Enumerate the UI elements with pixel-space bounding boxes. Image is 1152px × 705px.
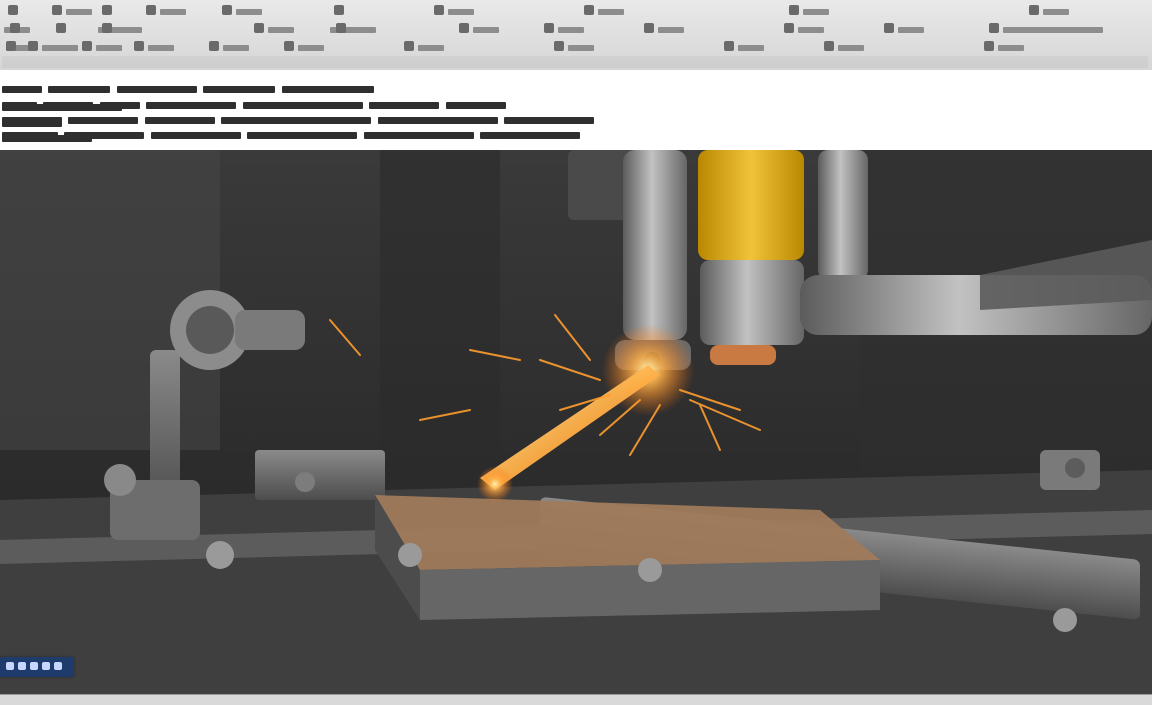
mini-icon-5[interactable] [54, 662, 62, 670]
ruler [2, 56, 1148, 68]
toolbar-button-20[interactable] [880, 20, 950, 34]
toolbar-button-5[interactable] [218, 2, 270, 16]
comment-icon [824, 41, 834, 51]
style-icon [724, 41, 734, 51]
toolbar-button-16[interactable] [455, 20, 525, 34]
share-icon [789, 5, 799, 15]
header-line-2 [2, 96, 542, 127]
search-icon [989, 23, 999, 33]
pillar [380, 150, 500, 490]
toolbar-button-10[interactable] [1025, 2, 1085, 16]
toolbar [0, 0, 1152, 71]
mini-icon-2[interactable] [18, 662, 26, 670]
view-icon [146, 5, 156, 15]
app-icon [8, 5, 18, 15]
font-icon [134, 41, 144, 51]
paste-icon [336, 23, 346, 33]
workpiece [375, 495, 880, 620]
toolbar-button-11[interactable] [6, 20, 44, 51]
status-bar [0, 694, 1152, 705]
toolbar-row-3 [0, 36, 1152, 54]
welding-scene [0, 150, 1152, 694]
toolbar-button-25[interactable] [130, 38, 190, 52]
toolbar-row-4 [0, 54, 1152, 70]
link-icon [884, 23, 894, 33]
left-clamp [255, 450, 385, 500]
document-header [0, 70, 1152, 157]
edit-icon [102, 5, 112, 15]
toolbar-button-32[interactable] [980, 38, 1070, 52]
toolbar-button-9[interactable] [785, 2, 875, 16]
toolbar-button-19[interactable] [780, 20, 870, 34]
mini-icon-4[interactable] [42, 662, 50, 670]
redo-icon [56, 23, 66, 33]
spacing-icon [554, 41, 564, 51]
cut-icon [102, 23, 112, 33]
mini-icon-1[interactable] [6, 662, 14, 670]
underline-icon [82, 41, 92, 51]
toolbar-button-2[interactable] [48, 2, 94, 16]
help-icon [434, 5, 444, 15]
align-icon [459, 23, 469, 33]
toolbar-button-6[interactable] [330, 2, 370, 33]
italic-icon [28, 41, 38, 51]
file-icon [52, 5, 62, 15]
toolbar-button-3[interactable] [98, 2, 138, 33]
toolbar-button-17[interactable] [540, 20, 612, 34]
toolbar-button-29[interactable] [550, 38, 620, 52]
toolbar-row-2 [0, 18, 1152, 51]
toolbar-row-1 [0, 0, 1152, 33]
mini-icon-3[interactable] [30, 662, 38, 670]
toolbar-button-26[interactable] [205, 38, 265, 52]
toolbar-button-27[interactable] [280, 38, 350, 52]
list-icon [544, 23, 554, 33]
insert-icon [222, 5, 232, 15]
toolbar-button-18[interactable] [640, 20, 720, 34]
format-icon [584, 5, 594, 15]
toolbar-button-4[interactable] [142, 2, 212, 16]
review-icon [984, 41, 994, 51]
header-line-1 [2, 80, 478, 111]
toolbar-button-8[interactable] [580, 2, 670, 16]
toolbar-button-22[interactable] [2, 38, 20, 52]
toolbar-button-13[interactable] [98, 20, 158, 34]
toolbar-button-1[interactable] [4, 2, 44, 33]
header-line-4 [2, 126, 656, 157]
toolbar-button-14[interactable] [250, 20, 312, 34]
copy-icon [254, 23, 264, 33]
header-line-3 [2, 111, 668, 142]
toolbar-button-7[interactable] [430, 2, 490, 16]
toolbar-button-21[interactable] [985, 20, 1145, 34]
toolbar-button-24[interactable] [78, 38, 128, 52]
welding-image [0, 150, 1152, 694]
toolbar-button-12[interactable] [52, 20, 90, 51]
indent-icon [284, 41, 294, 51]
toolbar-button-31[interactable] [820, 38, 890, 52]
outdent-icon [404, 41, 414, 51]
mini-toolbar[interactable] [0, 657, 74, 677]
undo-icon [10, 23, 20, 33]
image-icon [784, 23, 794, 33]
table-icon [644, 23, 654, 33]
toolbar-button-30[interactable] [720, 38, 790, 52]
toolbar-button-15[interactable] [332, 20, 382, 34]
settings-icon [1029, 5, 1039, 15]
tools-icon [334, 5, 344, 15]
toolbar-button-28[interactable] [400, 38, 470, 52]
color-icon [209, 41, 219, 51]
bold-icon [6, 41, 16, 51]
toolbar-button-23[interactable] [24, 38, 74, 52]
